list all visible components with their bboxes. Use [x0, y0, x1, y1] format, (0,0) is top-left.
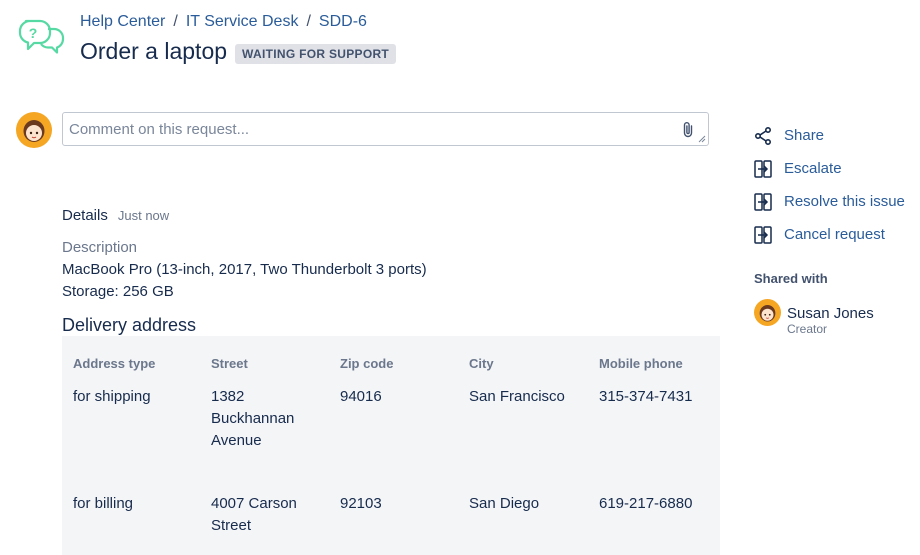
share-icon	[754, 126, 772, 145]
escalate-label: Escalate	[784, 160, 842, 177]
details-header: Details Just now	[62, 207, 169, 224]
table-cell-address-type: for billing	[73, 495, 134, 512]
request-actions: Share Escalate Resolve this issue Cancel…	[753, 119, 905, 251]
description-label: Description	[62, 239, 138, 256]
transition-icon	[754, 192, 772, 211]
user-avatar	[16, 112, 52, 148]
shared-user-avatar	[754, 299, 781, 326]
table-cell-address-type: for shipping	[73, 388, 151, 405]
page-title: Order a laptop	[80, 38, 228, 64]
shared-with-label: Shared with	[754, 271, 828, 286]
escalate-button[interactable]: Escalate	[753, 152, 905, 185]
breadcrumb-separator: /	[173, 13, 178, 30]
column-header: Mobile phone	[599, 356, 683, 371]
title-row: Order a laptop WAITING FOR SUPPORT	[80, 38, 397, 65]
svg-text:?: ?	[29, 25, 38, 41]
street-line: 4007 Carson	[211, 495, 297, 512]
transition-icon	[754, 159, 772, 178]
resolve-issue-button[interactable]: Resolve this issue	[753, 185, 905, 218]
share-label: Share	[784, 127, 825, 144]
table-cell-city: San Francisco	[469, 388, 565, 405]
table-cell-phone: 315-374-7431	[599, 388, 693, 405]
shared-user-name[interactable]: Susan Jones	[787, 305, 874, 322]
cancel-request-label: Cancel request	[784, 226, 885, 243]
delivery-address-title: Delivery address	[62, 315, 197, 335]
street-line: Avenue	[211, 432, 262, 449]
comment-box	[62, 112, 709, 146]
column-header: Street	[211, 356, 248, 371]
comment-input[interactable]	[63, 113, 663, 145]
description-text: Storage: 256 GB	[62, 283, 174, 300]
details-timestamp: Just now	[117, 208, 170, 223]
paperclip-icon[interactable]	[681, 121, 695, 138]
breadcrumb-help-center[interactable]: Help Center	[80, 13, 165, 31]
description-text: MacBook Pro (13-inch, 2017, Two Thunderb…	[62, 261, 427, 278]
table-cell-zip: 92103	[340, 495, 382, 512]
column-header: Zip code	[340, 356, 394, 371]
help-center-logo-icon: ?	[18, 19, 65, 54]
breadcrumb-issue-key[interactable]: SDD-6	[319, 13, 367, 31]
street-line: 1382	[211, 388, 245, 405]
table-cell-phone: 619-217-6880	[599, 495, 693, 512]
table-cell-street: 4007 Carson Street	[211, 493, 311, 537]
shared-user-role: Creator	[787, 322, 828, 336]
resolve-issue-label: Resolve this issue	[784, 193, 905, 210]
cancel-request-button[interactable]: Cancel request	[753, 218, 905, 251]
details-label: Details	[62, 207, 108, 224]
share-button[interactable]: Share	[753, 119, 905, 152]
table-cell-street: 1382 Buckhannan Avenue	[211, 386, 311, 452]
status-badge: WAITING FOR SUPPORT	[235, 43, 397, 64]
breadcrumb-separator: /	[306, 13, 311, 30]
table-cell-city: San Diego	[469, 495, 540, 512]
street-line: Street	[211, 517, 252, 534]
breadcrumb-it-service-desk[interactable]: IT Service Desk	[186, 13, 299, 31]
column-header: Address type	[73, 356, 156, 371]
street-line: Buckhannan	[211, 410, 295, 427]
delivery-address-table: Address type Street Zip code City Mobile…	[62, 336, 720, 555]
transition-icon	[754, 225, 772, 244]
breadcrumb: Help Center / IT Service Desk / SDD-6	[80, 13, 367, 31]
table-cell-zip: 94016	[340, 388, 382, 405]
column-header: City	[469, 356, 494, 371]
resize-handle-icon[interactable]	[698, 135, 706, 143]
